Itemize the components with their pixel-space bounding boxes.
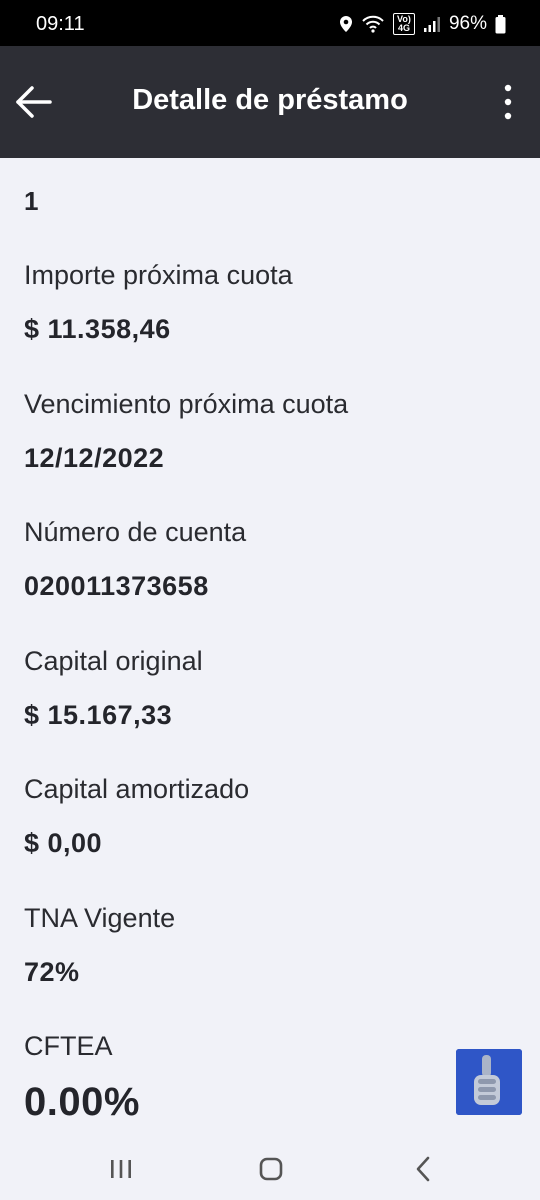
battery-icon: [495, 14, 506, 33]
tna-label: TNA Vigente: [24, 903, 176, 933]
tna-value: 72%: [24, 957, 80, 987]
home-icon: [259, 1157, 283, 1181]
wifi-icon: [362, 15, 384, 33]
next-installment-amount-value: $ 11.358,46: [24, 314, 171, 344]
system-back-button[interactable]: [408, 1154, 438, 1184]
system-nav-bar: [0, 1132, 540, 1200]
amortized-capital-label: Capital amortizado: [24, 774, 250, 804]
signal-icon: [423, 17, 440, 32]
app-bar: Detalle de préstamo: [0, 46, 540, 158]
more-options-button[interactable]: [496, 82, 520, 122]
next-installment-due-label: Vencimiento próxima cuota: [24, 389, 349, 419]
recent-apps-button[interactable]: [106, 1154, 136, 1184]
account-number-label: Número de cuenta: [24, 517, 247, 547]
loan-number: 1: [24, 186, 39, 216]
next-installment-due-value: 12/12/2022: [24, 443, 165, 473]
status-bar: 09:11 Vo) 4G 96%: [0, 0, 540, 46]
thumbs-up-icon: [456, 1049, 522, 1115]
battery-percent: 96%: [448, 13, 487, 34]
status-time: 09:11: [36, 13, 85, 35]
home-button[interactable]: [256, 1154, 286, 1184]
page-title: Detalle de préstamo: [132, 84, 408, 116]
cftea-label: CFTEA: [24, 1031, 113, 1061]
original-capital-value: $ 15.167,33: [24, 700, 173, 730]
original-capital-label: Capital original: [24, 646, 203, 676]
next-installment-amount-label: Importe próxima cuota: [24, 260, 293, 290]
volte-badge: Vo) 4G: [392, 13, 415, 35]
recent-apps-icon: [111, 1160, 131, 1178]
chevron-left-icon: [416, 1156, 430, 1182]
cftea-value: 0.00%: [24, 1080, 140, 1124]
account-number-value: 020011373658: [24, 571, 209, 601]
status-icons: Vo) 4G 96%: [339, 12, 506, 36]
thumbs-up-button[interactable]: [456, 1049, 522, 1115]
more-vertical-icon: [504, 84, 512, 120]
amortized-capital-value: $ 0,00: [24, 828, 103, 858]
location-icon: [339, 16, 352, 32]
